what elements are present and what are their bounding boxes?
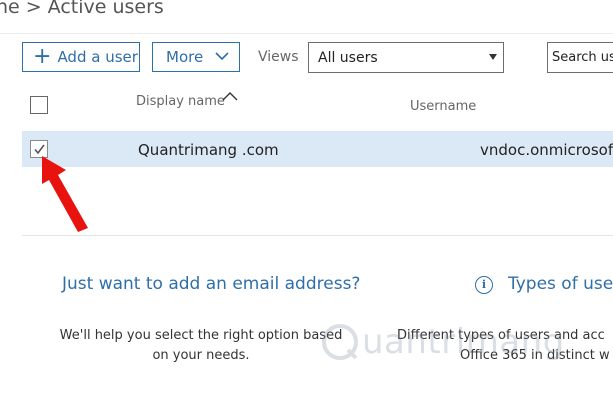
plus-icon: + [33, 44, 52, 69]
views-label: Views [258, 49, 299, 65]
breadcrumb-parent[interactable]: ne [0, 0, 20, 18]
search-input[interactable]: Search us [547, 42, 613, 73]
column-header-username[interactable]: Username [410, 99, 476, 114]
add-email-link[interactable]: Just want to add an email address? [62, 274, 360, 294]
types-of-users-link[interactable]: Types of user [508, 274, 613, 294]
more-label: More [166, 48, 204, 66]
views-selected-value: All users [318, 50, 378, 66]
add-email-description: We'll help you select the right option b… [40, 326, 362, 366]
watermark: uantrimang [320, 322, 565, 362]
row-display-name[interactable]: Quantrimang .com [138, 141, 279, 159]
add-email-desc-line-1: We'll help you select the right option b… [59, 328, 343, 343]
more-button[interactable]: More [152, 42, 240, 72]
table-row[interactable]: Quantrimang .com vndoc.onmicrosoft. [22, 131, 613, 167]
breadcrumb-separator: > [25, 0, 42, 18]
breadcrumb: ne > Active users [0, 0, 164, 18]
dropdown-caret-icon [489, 54, 497, 60]
annotation-arrow-icon [42, 156, 88, 232]
search-placeholder: Search us [552, 50, 613, 65]
column-display-name-label: Display name [136, 94, 225, 109]
page-title: Active users [47, 0, 164, 18]
add-user-label: Add a user [57, 48, 138, 66]
views-dropdown[interactable]: All users [308, 42, 504, 73]
add-email-desc-line-2: on your needs. [152, 348, 250, 363]
column-username-label: Username [410, 99, 477, 114]
section-divider [22, 235, 613, 236]
row-username: vndoc.onmicrosoft. [480, 141, 613, 159]
add-user-button[interactable]: + Add a user [22, 42, 140, 72]
chevron-down-icon [215, 50, 229, 64]
watermark-text: uantrimang [362, 322, 565, 362]
watermark-logo-icon [322, 324, 358, 360]
header-divider [0, 33, 613, 34]
info-icon: i [475, 276, 493, 294]
column-header-display-name[interactable]: Display name [136, 92, 238, 109]
sort-ascending-icon [222, 90, 238, 104]
select-all-checkbox[interactable] [30, 96, 48, 114]
